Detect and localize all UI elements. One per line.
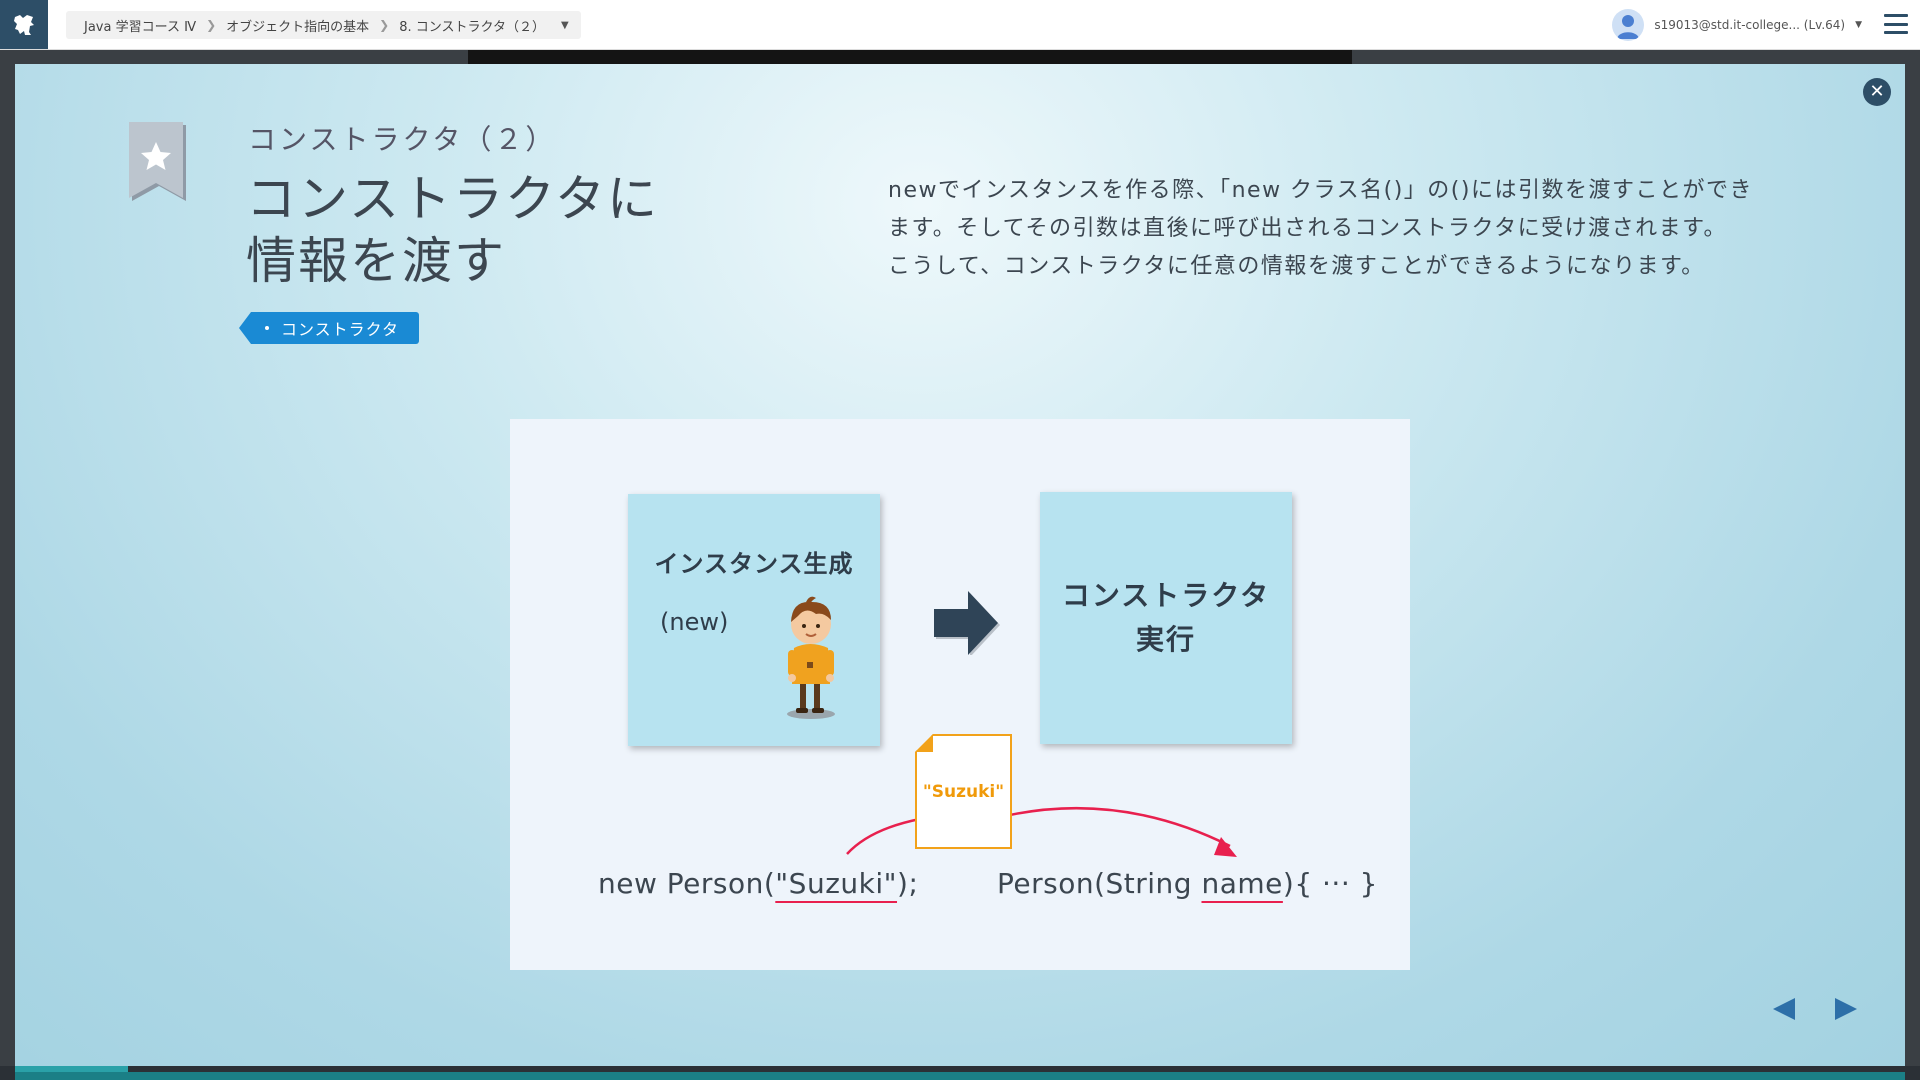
lesson-slide: ✕ コンストラクタ（２） コンストラクタに 情報を渡す コンストラクタ newで… — [15, 64, 1905, 1066]
caret-down-icon: ▼ — [1855, 20, 1862, 30]
code-text: Person(String — [997, 867, 1202, 900]
breadcrumb: Java 学習コース Ⅳ ❯ オブジェクト指向の基本 ❯ 8. コンストラクタ（… — [66, 11, 581, 39]
close-button[interactable]: ✕ — [1863, 78, 1891, 106]
code-argument: "Suzuki" — [775, 867, 898, 900]
title-line-2: 情報を渡す — [246, 232, 506, 290]
bookmark-star-icon[interactable] — [129, 122, 189, 204]
lesson-subtitle: コンストラクタ（２） — [248, 123, 557, 156]
progress-fill — [15, 1066, 129, 1072]
previous-slide-icon[interactable] — [1771, 996, 1797, 1022]
code-constructor-signature: Person(String name){ ··· } — [997, 867, 1378, 900]
argument-document: "Suzuki" — [915, 734, 1012, 849]
title-line-1: コンストラクタに — [246, 170, 659, 228]
menu-icon[interactable] — [1884, 14, 1908, 34]
user-menu[interactable]: s19013@std.it-college... (Lv.64) ▼ — [1612, 9, 1862, 41]
code-text: ); — [897, 867, 919, 900]
breadcrumb-chapter[interactable]: オブジェクト指向の基本 — [220, 16, 375, 35]
chevron-right-icon: ❯ — [206, 18, 217, 32]
dragon-logo-icon — [14, 14, 34, 35]
chevron-right-icon: ❯ — [379, 18, 390, 32]
next-slide-icon[interactable] — [1833, 996, 1859, 1022]
document-icon — [915, 734, 933, 752]
lesson-description: newでインスタンスを作る際、「new クラス名()」の()には引数を渡すことが… — [888, 172, 1758, 286]
user-icon — [1617, 15, 1640, 39]
avatar — [1612, 9, 1645, 41]
code-text: ){ ··· } — [1282, 867, 1378, 900]
argument-value: "Suzuki" — [922, 782, 1005, 802]
code-text: new Person( — [598, 867, 776, 900]
description-paragraph-2: こうして、コンストラクタに任意の情報を渡すことができるようになります。 — [888, 254, 1705, 279]
progress-bar — [15, 1072, 1905, 1080]
constructor-diagram: インスタンス生成 (new) コンストラクタ 実行 "Suzuki" new P… — [510, 419, 1410, 970]
user-label: s19013@std.it-college... (Lv.64) — [1654, 18, 1846, 32]
code-new-call: new Person("Suzuki"); — [598, 867, 918, 900]
page-title: コンストラクタに 情報を渡す — [246, 168, 766, 292]
topic-tag[interactable]: コンストラクタ — [238, 312, 420, 344]
background-video-strip — [468, 50, 1352, 64]
description-paragraph-1: newでインスタンスを作る際、「new クラス名()」の()には引数を渡すことが… — [888, 178, 1753, 241]
breadcrumb-course[interactable]: Java 学習コース Ⅳ — [78, 16, 202, 35]
top-bar: Java 学習コース Ⅳ ❯ オブジェクト指向の基本 ❯ 8. コンストラクタ（… — [0, 0, 1920, 50]
close-icon: ✕ — [1869, 81, 1885, 102]
tag-dot — [265, 326, 269, 330]
code-parameter: name — [1201, 867, 1283, 900]
app-logo[interactable] — [0, 0, 48, 49]
breadcrumb-lesson[interactable]: 8. コンストラクタ（２） — [393, 16, 551, 35]
caret-down-icon[interactable]: ▼ — [561, 20, 569, 31]
tag-label: コンストラクタ — [281, 320, 400, 339]
